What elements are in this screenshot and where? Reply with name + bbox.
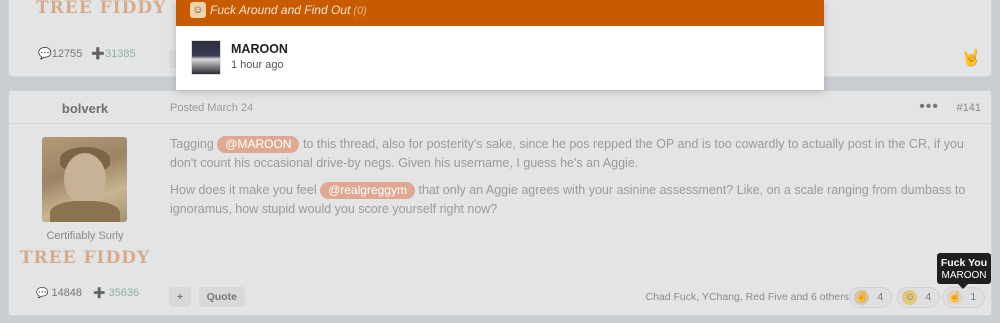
reaction-laughing[interactable]: ☺ 4	[897, 287, 940, 308]
reputation-icon: ➕	[93, 288, 106, 299]
post-content: Tagging @MAROON to this thread, also for…	[161, 124, 991, 227]
reaction-time: 1 hour ago	[231, 59, 284, 71]
author-name[interactable]: bolverk	[9, 101, 161, 116]
rank-badge: TREE FIDDY	[19, 248, 151, 268]
post-actions: + Quote	[169, 287, 248, 307]
more-options-icon[interactable]: •••	[919, 98, 939, 116]
reaction-count: 4	[877, 292, 883, 303]
horns-hand-icon[interactable]: 🤘	[961, 48, 981, 68]
user-mention[interactable]: @realgreggym	[320, 182, 415, 199]
post-header: Posted March 24 ••• #141	[161, 91, 991, 124]
reputation-count: 35636	[108, 287, 140, 299]
reputation-icon: ➕	[91, 48, 106, 60]
author-header: bolverk	[9, 91, 161, 124]
laughing-face-icon: ☺	[902, 289, 918, 305]
reaction-tooltip: Fuck You MAROON	[937, 253, 991, 289]
multiquote-button[interactable]: +	[169, 287, 192, 307]
reaction-horns[interactable]: ✌ 4	[849, 287, 892, 308]
reaction-count: 1	[970, 292, 976, 303]
author-stats: 💬 14848 ➕ 35636	[36, 287, 139, 299]
user-mention[interactable]: @MAROON	[217, 136, 300, 153]
middle-finger-icon: ☝	[947, 289, 963, 305]
author-stats: 💬12755 ➕31385	[38, 47, 136, 60]
reaction-title[interactable]: Fuck Around and Find Out (0)	[210, 3, 367, 17]
user-title: Certifiably Surly	[46, 230, 124, 242]
forum-post: bolverk Posted March 24 ••• #141 Certifi…	[8, 90, 992, 316]
reputation-count: 31385	[105, 48, 136, 60]
reaction-middle-finger[interactable]: ☝ 1	[942, 287, 985, 308]
reaction-count: 4	[925, 292, 931, 303]
avatar[interactable]	[191, 40, 221, 75]
post-date[interactable]: Posted March 24	[170, 102, 253, 114]
horns-hand-icon: ✌	[854, 289, 870, 305]
comment-count: 12755	[51, 48, 83, 60]
comment-icon: 💬	[38, 48, 52, 60]
post-paragraph: Tagging @MAROON to this thread, also for…	[170, 136, 964, 170]
tooltip-title: Fuck You	[940, 257, 988, 269]
reactors-summary[interactable]: Chad Fuck, YChang, Red Five and 6 others	[645, 291, 849, 303]
post-number[interactable]: #141	[957, 102, 981, 114]
fafo-reaction-icon: ☺	[190, 2, 206, 18]
post-paragraph: How does it make you feel @realgreggym t…	[170, 182, 966, 216]
avatar[interactable]	[42, 137, 127, 222]
tooltip-user: MAROON	[941, 270, 987, 281]
comment-count: 14848	[51, 287, 83, 299]
quote-button[interactable]: Quote	[198, 287, 245, 307]
reaction-popover: ☺ Fuck Around and Find Out (0) MAROON 1 h…	[176, 0, 824, 90]
comment-icon: 💬	[36, 288, 49, 299]
reactor-name[interactable]: MAROON	[231, 42, 288, 56]
rank-badge: TREE FIDDY	[36, 0, 167, 18]
reaction-count: (0)	[353, 5, 367, 17]
popover-header: ☺ Fuck Around and Find Out (0)	[176, 0, 824, 26]
